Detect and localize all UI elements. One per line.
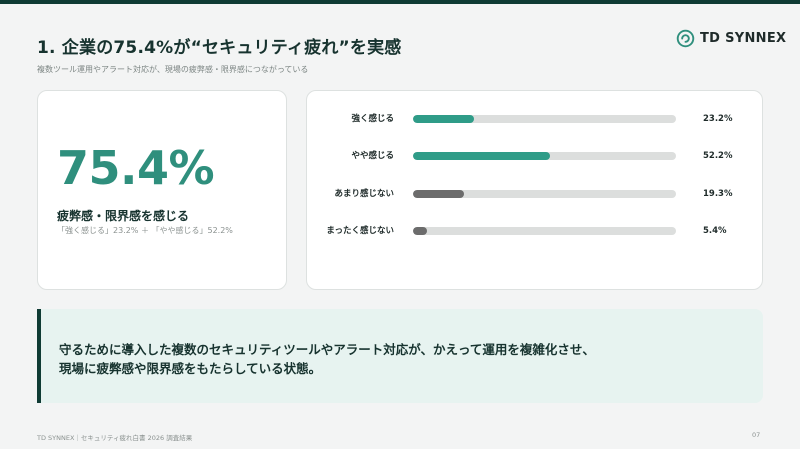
bar-value: 23.2% <box>703 114 733 124</box>
breakdown-card: 強く感じる 23.2% やや感じる 52.2% あまり感じない 19.3% まっ… <box>306 90 763 290</box>
bar-track <box>413 152 676 160</box>
callout-line-1: 守るために導入した複数のセキュリティツールやアラート対応が、かえって運用を複雑化… <box>59 342 595 357</box>
conclusion-callout: 守るために導入した複数のセキュリティツールやアラート対応が、かえって運用を複雑化… <box>37 309 763 403</box>
summary-note: 「強く感じる」23.2% ＋ 「やや感じる」52.2% <box>57 226 233 235</box>
footer-source: TD SYNNEX｜セキュリティ疲れ白書 2026 調査結果 <box>37 434 193 442</box>
summary-percent: 75.4% <box>57 141 215 195</box>
bar-row: あまり感じない 19.3% <box>307 187 764 201</box>
bar-track <box>413 115 676 123</box>
brand-name: TD SYNNEX <box>700 31 787 46</box>
td-synnex-logo-icon <box>676 29 695 48</box>
bar-label: まったく感じない <box>326 226 394 236</box>
callout-accent-bar <box>37 309 41 403</box>
bar-fill <box>413 152 551 160</box>
bar-value: 19.3% <box>703 189 733 199</box>
page-title: 1. 企業の75.4%が“セキュリティ疲れ”を実感 <box>37 38 402 58</box>
bar-fill <box>413 115 475 123</box>
bar-label: あまり感じない <box>334 189 394 199</box>
bar-track <box>413 227 676 235</box>
page-number: 07 <box>752 431 761 439</box>
bar-row: まったく感じない 5.4% <box>307 224 764 238</box>
brand-logo: TD SYNNEX <box>676 29 786 48</box>
bar-label: 強く感じる <box>351 114 394 124</box>
summary-card: 75.4% 疲弊感・限界感を感じる 「強く感じる」23.2% ＋ 「やや感じる」… <box>37 90 287 290</box>
callout-line-2: 現場に疲弊感や限界感をもたらしている状態。 <box>59 361 322 376</box>
bar-value: 52.2% <box>703 151 733 161</box>
bar-label: やや感じる <box>351 151 394 161</box>
bar-fill <box>413 190 464 198</box>
bar-fill <box>413 227 428 235</box>
bar-row: やや感じる 52.2% <box>307 149 764 163</box>
page-subtitle: 複数ツール運用やアラート対応が、現場の疲弊感・限界感につながっている <box>37 65 309 74</box>
bar-row: 強く感じる 23.2% <box>307 112 764 126</box>
bar-track <box>413 190 676 198</box>
bar-value: 5.4% <box>703 226 727 236</box>
summary-label: 疲弊感・限界感を感じる <box>57 209 190 223</box>
top-accent-bar <box>0 0 800 4</box>
